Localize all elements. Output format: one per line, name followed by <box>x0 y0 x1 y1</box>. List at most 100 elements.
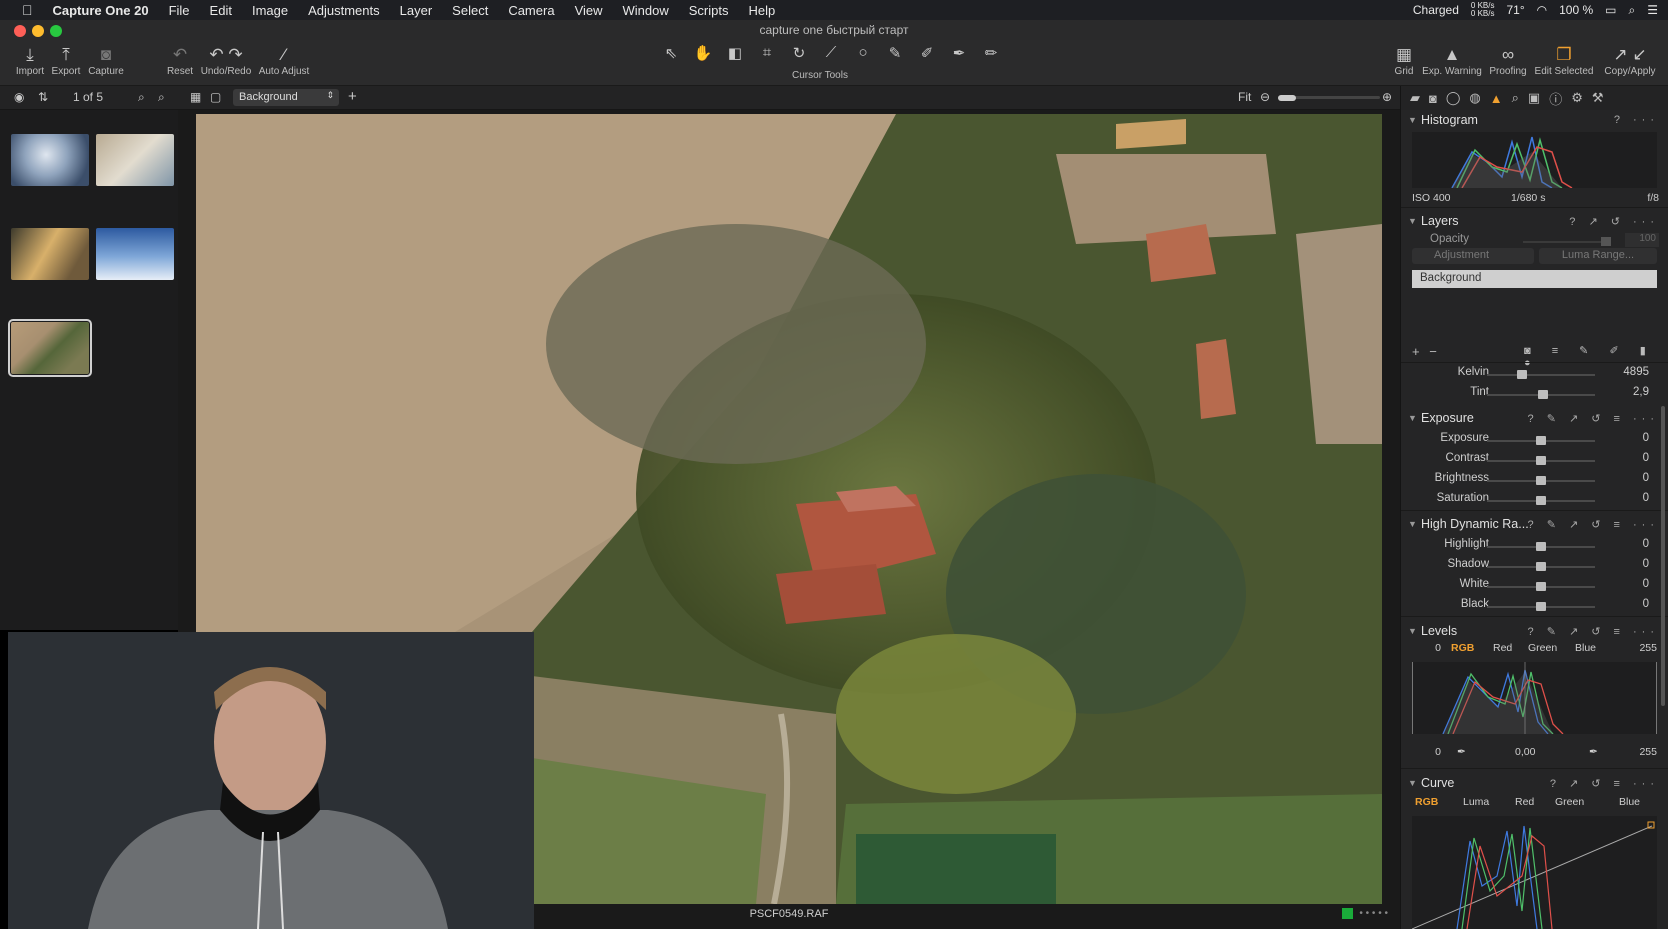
metadata-tab-icon[interactable]: ⓘ <box>1549 89 1562 108</box>
thumbnail-1[interactable] <box>11 134 89 186</box>
add-layer-icon[interactable]: + <box>1412 344 1420 359</box>
slider-track[interactable] <box>1487 496 1595 505</box>
exposure-warning-button[interactable]: ▲ Exp. Warning <box>1422 44 1482 77</box>
menu-window[interactable]: Window <box>613 3 679 18</box>
annotate-icon[interactable]: ✏ <box>980 44 1002 62</box>
add-icon[interactable]: + <box>348 88 357 105</box>
slider-track[interactable] <box>1487 476 1595 485</box>
battery-percent[interactable]: 100 % <box>1559 3 1593 17</box>
color-tag-icon[interactable] <box>1342 908 1354 919</box>
menu-image[interactable]: Image <box>242 3 298 18</box>
slider-knob[interactable] <box>1536 542 1546 551</box>
slider-knob[interactable] <box>1536 436 1546 445</box>
slider-value[interactable]: 0 <box>1643 598 1649 610</box>
thumbnail-2[interactable] <box>96 134 174 186</box>
slider-knob[interactable] <box>1536 476 1546 485</box>
slider-value[interactable]: 0 <box>1643 558 1649 570</box>
slider-knob[interactable] <box>1536 562 1546 571</box>
panel-scrollbar[interactable] <box>1661 406 1665 706</box>
slider-value[interactable]: 0 <box>1643 578 1649 590</box>
slider-track[interactable] <box>1487 582 1595 591</box>
loupe-icon[interactable]: ◧ <box>724 44 746 62</box>
curve-channel-luma[interactable]: Luma <box>1463 796 1489 808</box>
slider-knob[interactable] <box>1538 390 1549 399</box>
section-tools-icons[interactable]: ? ✎ ↗ ↺ ≡ ··· <box>1528 412 1659 425</box>
output-tab-icon[interactable]: ⚙ <box>1571 90 1583 106</box>
zoom-fit-label[interactable]: Fit <box>1238 90 1251 104</box>
close-window-button[interactable] <box>14 25 26 37</box>
color-picker-icon[interactable]: ✒ <box>948 44 970 62</box>
curve-channel-red[interactable]: Red <box>1515 796 1534 808</box>
thumbnail-4[interactable] <box>96 228 174 280</box>
slider-track[interactable] <box>1487 390 1595 399</box>
batch-tab-icon[interactable]: ⚒ <box>1592 90 1604 106</box>
adjustment-select[interactable]: Adjustment <box>1412 248 1534 264</box>
curve-channel-blue[interactable]: Blue <box>1619 796 1640 808</box>
wifi-icon[interactable]: ◠ <box>1537 3 1547 17</box>
slider-value[interactable]: 2,9 <box>1633 386 1649 398</box>
select-cursor-icon[interactable]: ⇖ <box>660 44 682 62</box>
pan-hand-icon[interactable]: ✋ <box>692 44 714 62</box>
rotate-icon[interactable]: ↻ <box>788 44 810 62</box>
slider-knob[interactable] <box>1516 370 1527 379</box>
lens-tab-icon[interactable]: ◯ <box>1446 90 1461 106</box>
layers-header[interactable]: ▼ Layers ? ↗ ↺ ··· <box>1401 211 1668 231</box>
zoom-slider[interactable] <box>1278 94 1380 101</box>
copy-apply-button[interactable]: ↗ ↙ Copy/Apply <box>1598 44 1662 77</box>
curve-header[interactable]: ▼ Curve ? ↗ ↺ ≡ ··· <box>1401 773 1668 793</box>
thumbnail-5-selected[interactable] <box>8 319 92 377</box>
black-picker-icon[interactable]: ✒ <box>1457 746 1466 758</box>
slider-track[interactable] <box>1487 562 1595 571</box>
section-tools-icons[interactable]: ? ··· <box>1614 114 1659 126</box>
levels-channel-rgb[interactable]: RGB <box>1451 642 1474 654</box>
slider-track[interactable] <box>1487 602 1595 611</box>
menu-help[interactable]: Help <box>739 3 786 18</box>
zoom-in-icon[interactable]: ⊕ <box>1382 90 1392 104</box>
zoom-slider-knob[interactable] <box>1278 94 1296 101</box>
section-tools-icons[interactable]: ? ↗ ↺ ··· <box>1569 215 1659 228</box>
minimize-window-button[interactable] <box>32 25 44 37</box>
search-icon[interactable]: ⌕ <box>138 90 145 105</box>
slider-track[interactable] <box>1487 456 1595 465</box>
details-tab-icon[interactable]: ⌕ <box>1512 90 1519 106</box>
slider-track[interactable] <box>1487 370 1595 379</box>
edit-selected-button[interactable]: ❐ Edit Selected <box>1534 44 1594 77</box>
section-tools-icons[interactable]: ? ✎ ↗ ↺ ≡ ··· <box>1528 518 1659 531</box>
filter-icon[interactable]: ⌕ <box>158 90 165 105</box>
levels-channel-blue[interactable]: Blue <box>1575 642 1596 654</box>
keystone-icon[interactable]: ⟋ <box>820 44 842 62</box>
slider-knob[interactable] <box>1536 496 1546 505</box>
curve-channel-rgb[interactable]: RGB <box>1415 796 1438 808</box>
levels-channel-green[interactable]: Green <box>1528 642 1557 654</box>
rating-dots[interactable]: • • • • • <box>1359 908 1388 919</box>
layer-item-background[interactable]: Background <box>1412 270 1657 288</box>
notification-center-icon[interactable]: ☰ <box>1647 3 1658 17</box>
slider-knob[interactable] <box>1536 456 1546 465</box>
menu-file[interactable]: File <box>159 3 200 18</box>
grid-view-icon[interactable]: ▦ <box>190 90 201 104</box>
menu-scripts[interactable]: Scripts <box>679 3 739 18</box>
thumbnail-3[interactable] <box>11 228 89 280</box>
color-tab-icon[interactable]: ◍ <box>1469 90 1480 106</box>
opacity-value[interactable]: 100 <box>1625 233 1659 247</box>
curve-channel-green[interactable]: Green <box>1555 796 1584 808</box>
menu-layer[interactable]: Layer <box>390 3 443 18</box>
section-tools-icons[interactable]: ? ↗ ↺ ≡ ··· <box>1550 777 1659 790</box>
levels-input-low[interactable]: 0 <box>1431 642 1441 654</box>
opacity-knob[interactable] <box>1601 237 1611 246</box>
spot-removal-icon[interactable]: ○ <box>852 44 874 62</box>
histogram-header[interactable]: ▼ Histogram ? ··· <box>1401 110 1668 130</box>
crop-icon[interactable]: ⌗ <box>756 44 778 62</box>
slider-value[interactable]: 0 <box>1643 492 1649 504</box>
library-tab-icon[interactable]: ▰ <box>1410 90 1420 106</box>
opacity-slider[interactable] <box>1523 241 1603 243</box>
slider-value[interactable]: 0 <box>1643 432 1649 444</box>
menu-select[interactable]: Select <box>442 3 498 18</box>
slider-value[interactable]: 4895 <box>1623 366 1649 378</box>
menu-edit[interactable]: Edit <box>200 3 242 18</box>
exposure-header[interactable]: ▼ Exposure ? ✎ ↗ ↺ ≡ ··· <box>1401 408 1668 428</box>
menu-view[interactable]: View <box>565 3 613 18</box>
levels-header[interactable]: ▼ Levels ? ✎ ↗ ↺ ≡ ··· <box>1401 621 1668 641</box>
adjustments-tab-icon[interactable]: ▣ <box>1528 90 1540 106</box>
hdr-header[interactable]: ▼ High Dynamic Ra...? ✎ ↗ ↺ ≡ ··· <box>1401 514 1668 534</box>
